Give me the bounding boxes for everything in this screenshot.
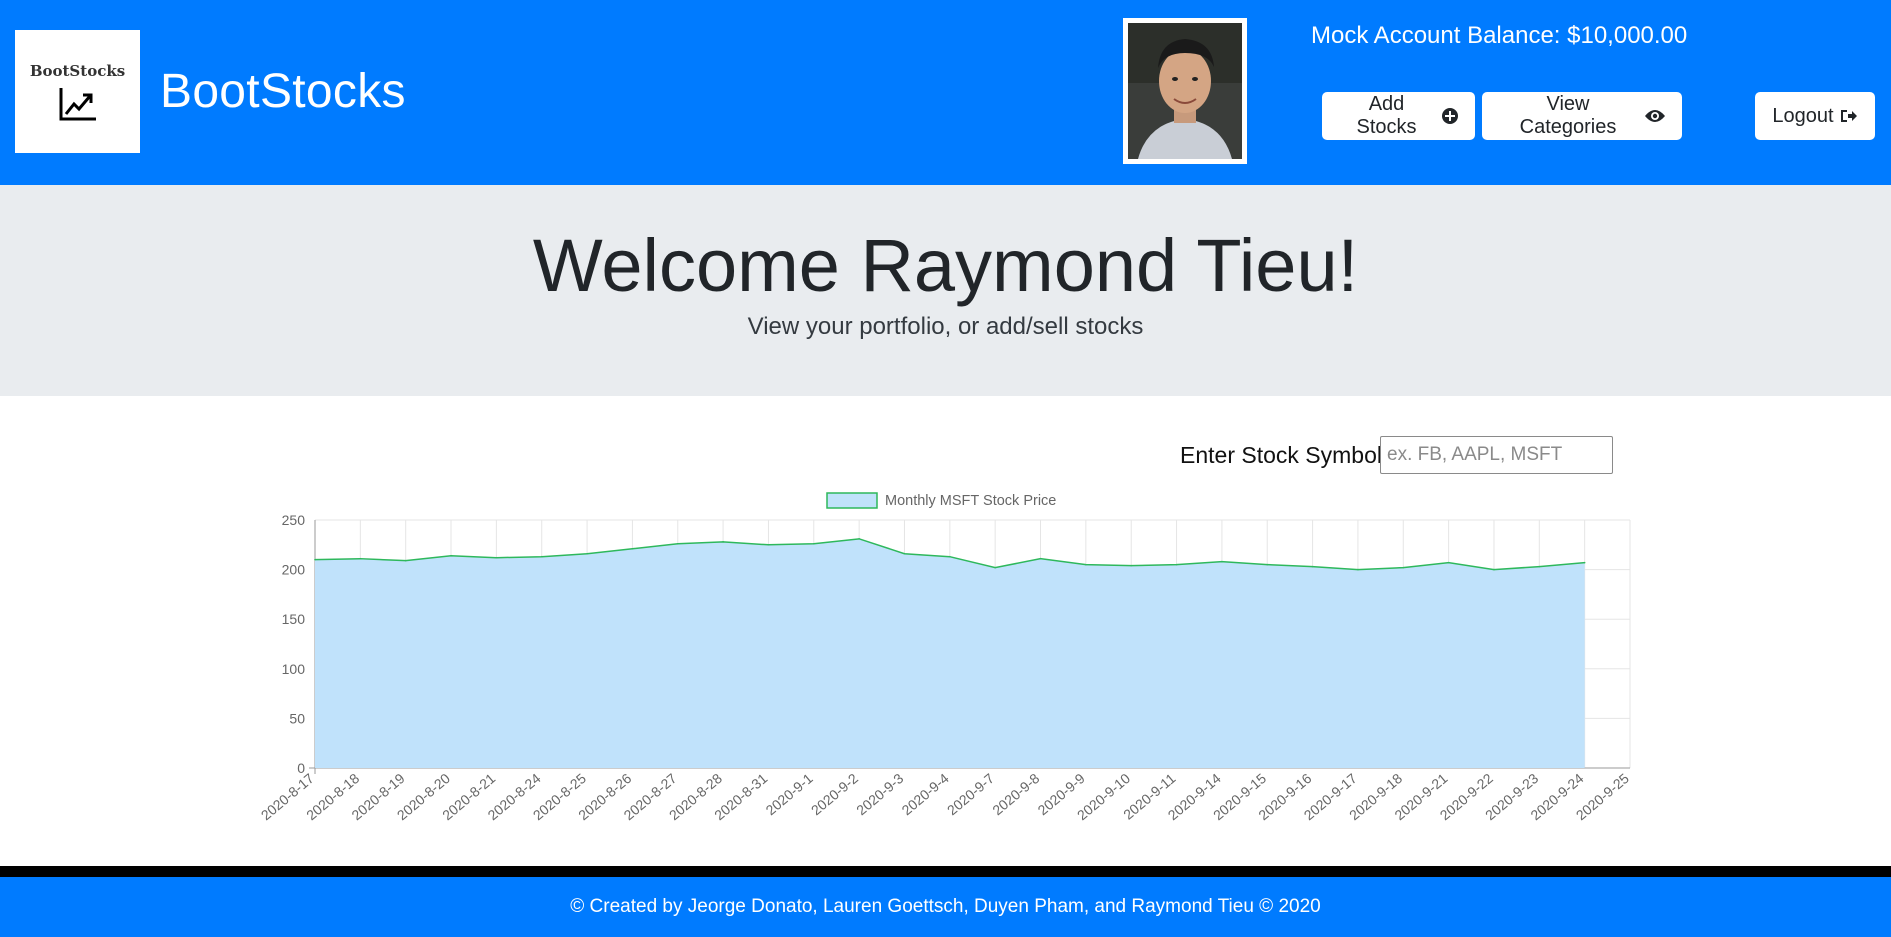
y-tick-label: 100 (282, 661, 306, 677)
data-point (1085, 563, 1087, 566)
legend-label: Monthly MSFT Stock Price (885, 493, 1056, 509)
data-point (1130, 564, 1133, 567)
data-point (631, 547, 634, 550)
data-point (450, 554, 452, 557)
data-point (1583, 561, 1586, 564)
x-tick-label: 2020-9-2 (808, 770, 861, 818)
welcome-jumbotron: Welcome Raymond Tieu! View your portfoli… (0, 185, 1891, 396)
data-point (1493, 568, 1495, 571)
data-point (903, 552, 906, 555)
y-tick-label: 200 (282, 562, 306, 578)
data-point (540, 555, 543, 558)
logout-label: Logout (1772, 104, 1834, 127)
eye-icon (1644, 108, 1666, 124)
logo-text: BootStocks (29, 61, 126, 80)
data-point (1039, 557, 1042, 560)
data-point (1221, 560, 1223, 563)
data-point (722, 541, 724, 543)
brand-name[interactable]: BootStocks (160, 64, 406, 119)
data-point (676, 543, 679, 545)
x-tick-label: 2020-9-7 (944, 770, 997, 818)
x-tick-label: 2020-9-4 (899, 770, 952, 818)
sign-out-icon (1840, 108, 1858, 124)
trend-chart-icon (59, 87, 96, 120)
top-navbar: BootStocks BootStocks Mock Account Balan… (0, 0, 1891, 185)
data-point (858, 538, 860, 540)
site-logo[interactable]: BootStocks (15, 30, 140, 153)
footer-credits: © Created by Jeorge Donato, Lauren Goett… (570, 896, 1321, 917)
legend-swatch (826, 492, 878, 509)
data-point (1402, 566, 1405, 569)
data-point (1311, 565, 1314, 568)
data-point (359, 557, 362, 560)
account-balance: Mock Account Balance: $10,000.00 (1311, 22, 1688, 49)
x-tick-label: 2020-9-1 (763, 770, 816, 818)
footer: © Created by Jeorge Donato, Lauren Goett… (0, 877, 1891, 937)
page-title: Welcome Raymond Tieu! (532, 224, 1359, 307)
data-point (994, 566, 996, 569)
stock-symbol-label: Enter Stock Symbol: (1180, 442, 1389, 468)
y-tick-label: 250 (282, 512, 306, 528)
data-point (1357, 568, 1359, 571)
x-tick-label: 2020-9-8 (989, 770, 1042, 818)
y-tick-label: 50 (289, 710, 305, 726)
series-area (315, 538, 1585, 768)
avatar (1123, 18, 1247, 164)
data-point (314, 558, 316, 561)
add-stocks-button[interactable]: Add Stocks (1322, 92, 1475, 140)
y-tick-label: 150 (282, 611, 306, 627)
data-point (767, 544, 770, 546)
x-tick-label: 2020-9-3 (853, 770, 906, 818)
data-point (1538, 565, 1541, 568)
add-stocks-label: Add Stocks (1356, 93, 1417, 138)
user-photo (1128, 23, 1242, 159)
data-point (495, 556, 498, 559)
plus-circle-icon (1441, 107, 1459, 125)
data-point (1266, 563, 1269, 566)
view-categories-button[interactable]: View Categories (1482, 92, 1682, 140)
data-point (404, 559, 407, 562)
logout-button[interactable]: Logout (1755, 92, 1875, 140)
data-point (586, 552, 588, 555)
data-point (812, 543, 815, 545)
data-point (1175, 563, 1178, 566)
footer-divider (0, 866, 1891, 877)
stock-symbol-input[interactable] (1380, 436, 1613, 474)
page-subtitle: View your portfolio, or add/sell stocks (747, 313, 1144, 340)
view-categories-label: View Categories (1519, 93, 1617, 138)
data-point (949, 555, 951, 558)
data-point (1447, 561, 1450, 564)
stock-price-chart: 0501001502002502020-8-172020-8-182020-8-… (258, 492, 1632, 823)
